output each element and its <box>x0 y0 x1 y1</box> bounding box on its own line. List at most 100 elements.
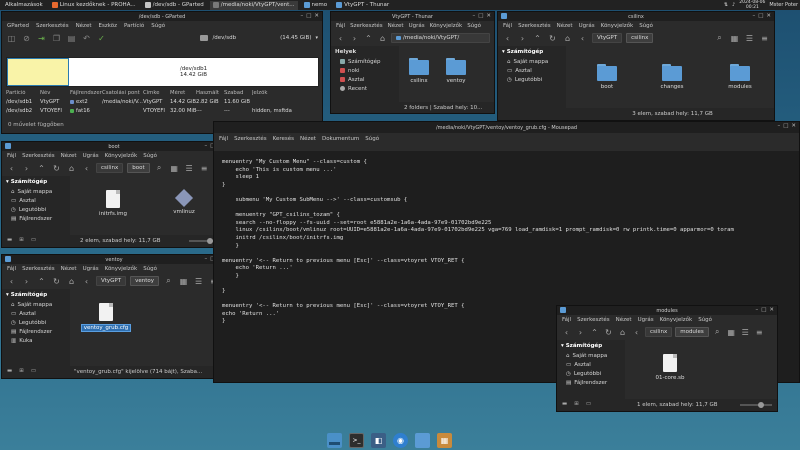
sidebar-item-filesystem[interactable]: ▤ Fájlrendszer <box>557 378 625 387</box>
paste-icon[interactable]: ▤ <box>66 33 77 44</box>
maximize-icon[interactable]: □ <box>758 13 763 19</box>
table-row[interactable]: /dev/sdb1 VtyGPT ext2 /media/noki/V... V… <box>6 98 318 106</box>
places-icon[interactable]: ▬ <box>7 237 12 243</box>
sidebar-item-desktop[interactable]: ▭ Asztal <box>2 196 70 205</box>
up-icon[interactable]: ⌃ <box>363 33 374 44</box>
menu-view[interactable]: Nézet <box>616 317 632 323</box>
refresh-icon[interactable]: ↻ <box>603 327 614 338</box>
minimize-icon[interactable]: – <box>472 13 475 19</box>
forward-icon[interactable]: › <box>21 276 32 287</box>
list-item[interactable]: vmlinuz <box>164 188 204 215</box>
minimize-icon[interactable]: – <box>300 13 303 19</box>
menu-file[interactable]: Fájl <box>7 153 16 159</box>
list-item[interactable]: 01-core.sb <box>650 354 690 381</box>
list-view-icon[interactable]: ☰ <box>184 163 195 174</box>
user-name[interactable]: Mster Poter <box>769 2 798 8</box>
sidebar-item-desktop[interactable]: ▭ Asztal <box>498 66 566 75</box>
maximize-icon[interactable]: □ <box>478 13 483 19</box>
icon-view-icon[interactable]: ▦ <box>169 163 180 174</box>
sidebar-item-home[interactable]: ⌂ Saját mappa <box>498 57 566 66</box>
sidebar-item-filesystem[interactable]: ▤ Fájlrendszer <box>2 214 70 223</box>
minimize-icon[interactable]: – <box>204 256 207 262</box>
list-view-icon[interactable]: ☰ <box>740 327 751 338</box>
sidebar-item-recent[interactable]: ◷ Legutóbbi <box>2 205 70 214</box>
hide-sidebar-icon[interactable]: ▭ <box>586 401 591 407</box>
menu-help[interactable]: Súgó <box>639 23 653 29</box>
sidebar-item-desktop[interactable]: ▭ Asztal <box>557 360 625 369</box>
menu-edit[interactable]: Szerkesztés <box>577 317 610 323</box>
home-icon[interactable]: ⌂ <box>66 276 77 287</box>
back-icon[interactable]: ‹ <box>502 33 513 44</box>
back-icon[interactable]: ‹ <box>335 33 346 44</box>
menu-help[interactable]: Súgó <box>467 23 481 29</box>
menu-edit[interactable]: Szerkesztés <box>350 23 383 29</box>
hide-sidebar-icon[interactable]: ▭ <box>31 237 36 243</box>
maximize-icon[interactable]: □ <box>306 13 311 19</box>
menu-document[interactable]: Dokumentum <box>322 136 359 142</box>
resize-icon[interactable]: ⇥ <box>36 33 47 44</box>
sidebar-item-trash[interactable]: ▥ Kuka <box>2 336 70 345</box>
menu-file[interactable]: Fájl <box>336 23 345 29</box>
hide-sidebar-icon[interactable]: ▭ <box>31 368 36 374</box>
up-icon[interactable]: ⌃ <box>589 327 600 338</box>
menu-device[interactable]: Eszköz <box>99 23 117 29</box>
device-path[interactable]: /dev/sdb <box>212 35 236 41</box>
folder-icon[interactable] <box>415 432 430 448</box>
breadcrumb[interactable]: csilinx <box>626 33 654 43</box>
home-icon[interactable]: ⌂ <box>377 33 388 44</box>
list-view-icon[interactable]: ☰ <box>193 276 204 287</box>
toggle-path-icon[interactable]: ‹ <box>577 33 588 44</box>
sidebar-item-home[interactable]: ⌂ Saját mappa <box>557 351 625 360</box>
back-icon[interactable]: ‹ <box>6 163 17 174</box>
list-item[interactable]: ventoy <box>436 58 476 84</box>
menu-view[interactable]: Nézet <box>61 266 77 272</box>
sidebar-item-desktop[interactable]: ▭ Asztal <box>2 309 70 318</box>
menu-view[interactable]: Nézet <box>388 23 404 29</box>
copy-icon[interactable]: ❐ <box>51 33 62 44</box>
back-icon[interactable]: ‹ <box>561 327 572 338</box>
menu-go[interactable]: Ugrás <box>579 23 595 29</box>
sidebar-item-filesystem[interactable]: ▤ Fájlrendszer <box>2 327 70 336</box>
task-nemo[interactable]: nemo <box>301 1 331 10</box>
close-icon[interactable]: ✕ <box>766 13 771 19</box>
refresh-icon[interactable]: ↻ <box>51 276 62 287</box>
menu-bookmarks[interactable]: Könyvjelzők <box>601 23 634 29</box>
minimize-icon[interactable]: – <box>752 13 755 19</box>
menu-bookmarks[interactable]: Könyvjelzők <box>660 317 693 323</box>
close-icon[interactable]: ✕ <box>314 13 319 19</box>
list-item[interactable]: modules <box>720 64 760 90</box>
new-partition-icon[interactable]: ◫ <box>6 33 17 44</box>
breadcrumb[interactable]: VtyGPT <box>96 276 127 286</box>
terminal-icon[interactable]: >_ <box>349 432 364 448</box>
breadcrumb[interactable]: modules <box>675 327 709 337</box>
sidebar-item-recent[interactable]: Recent <box>331 84 399 93</box>
network-icon[interactable]: ⇅ <box>724 2 728 8</box>
list-item[interactable]: ventoy_grub.cfg <box>80 303 132 332</box>
tree-icon[interactable]: ⊞ <box>19 237 24 243</box>
menu-file[interactable]: Fájl <box>7 266 16 272</box>
package-icon[interactable]: ▦ <box>437 432 452 448</box>
menu-go[interactable]: Ugrás <box>83 153 99 159</box>
file-manager-icon[interactable]: ◧ <box>371 432 386 448</box>
minimize-icon[interactable]: – <box>777 123 780 129</box>
compact-view-icon[interactable]: ≡ <box>199 163 210 174</box>
menu-partition[interactable]: Partíció <box>124 23 144 29</box>
desktop-icon[interactable] <box>327 432 342 448</box>
menu-help[interactable]: Súgó <box>151 23 165 29</box>
menu-go[interactable]: Ugrás <box>409 23 425 29</box>
breadcrumb[interactable]: csilinx <box>96 163 124 173</box>
volume-icon[interactable]: ♪ <box>732 2 735 8</box>
list-view-icon[interactable]: ☰ <box>744 33 755 44</box>
maximize-icon[interactable]: □ <box>761 307 766 313</box>
clock[interactable]: 2024-08-06 00:21 <box>739 0 765 10</box>
menu-edit[interactable]: Szerkesztés <box>22 153 55 159</box>
browser-icon[interactable]: ◉ <box>393 432 408 448</box>
breadcrumb[interactable]: boot <box>127 163 150 173</box>
home-icon[interactable]: ⌂ <box>562 33 573 44</box>
menu-help[interactable]: Súgó <box>365 136 379 142</box>
icon-view-icon[interactable]: ▦ <box>726 327 737 338</box>
menu-search[interactable]: Keresés <box>273 136 294 142</box>
menu-help[interactable]: Súgó <box>698 317 712 323</box>
task-browser[interactable]: Linux kezdőknek - PROHA... <box>49 1 139 10</box>
search-icon[interactable]: ⌕ <box>163 276 174 287</box>
